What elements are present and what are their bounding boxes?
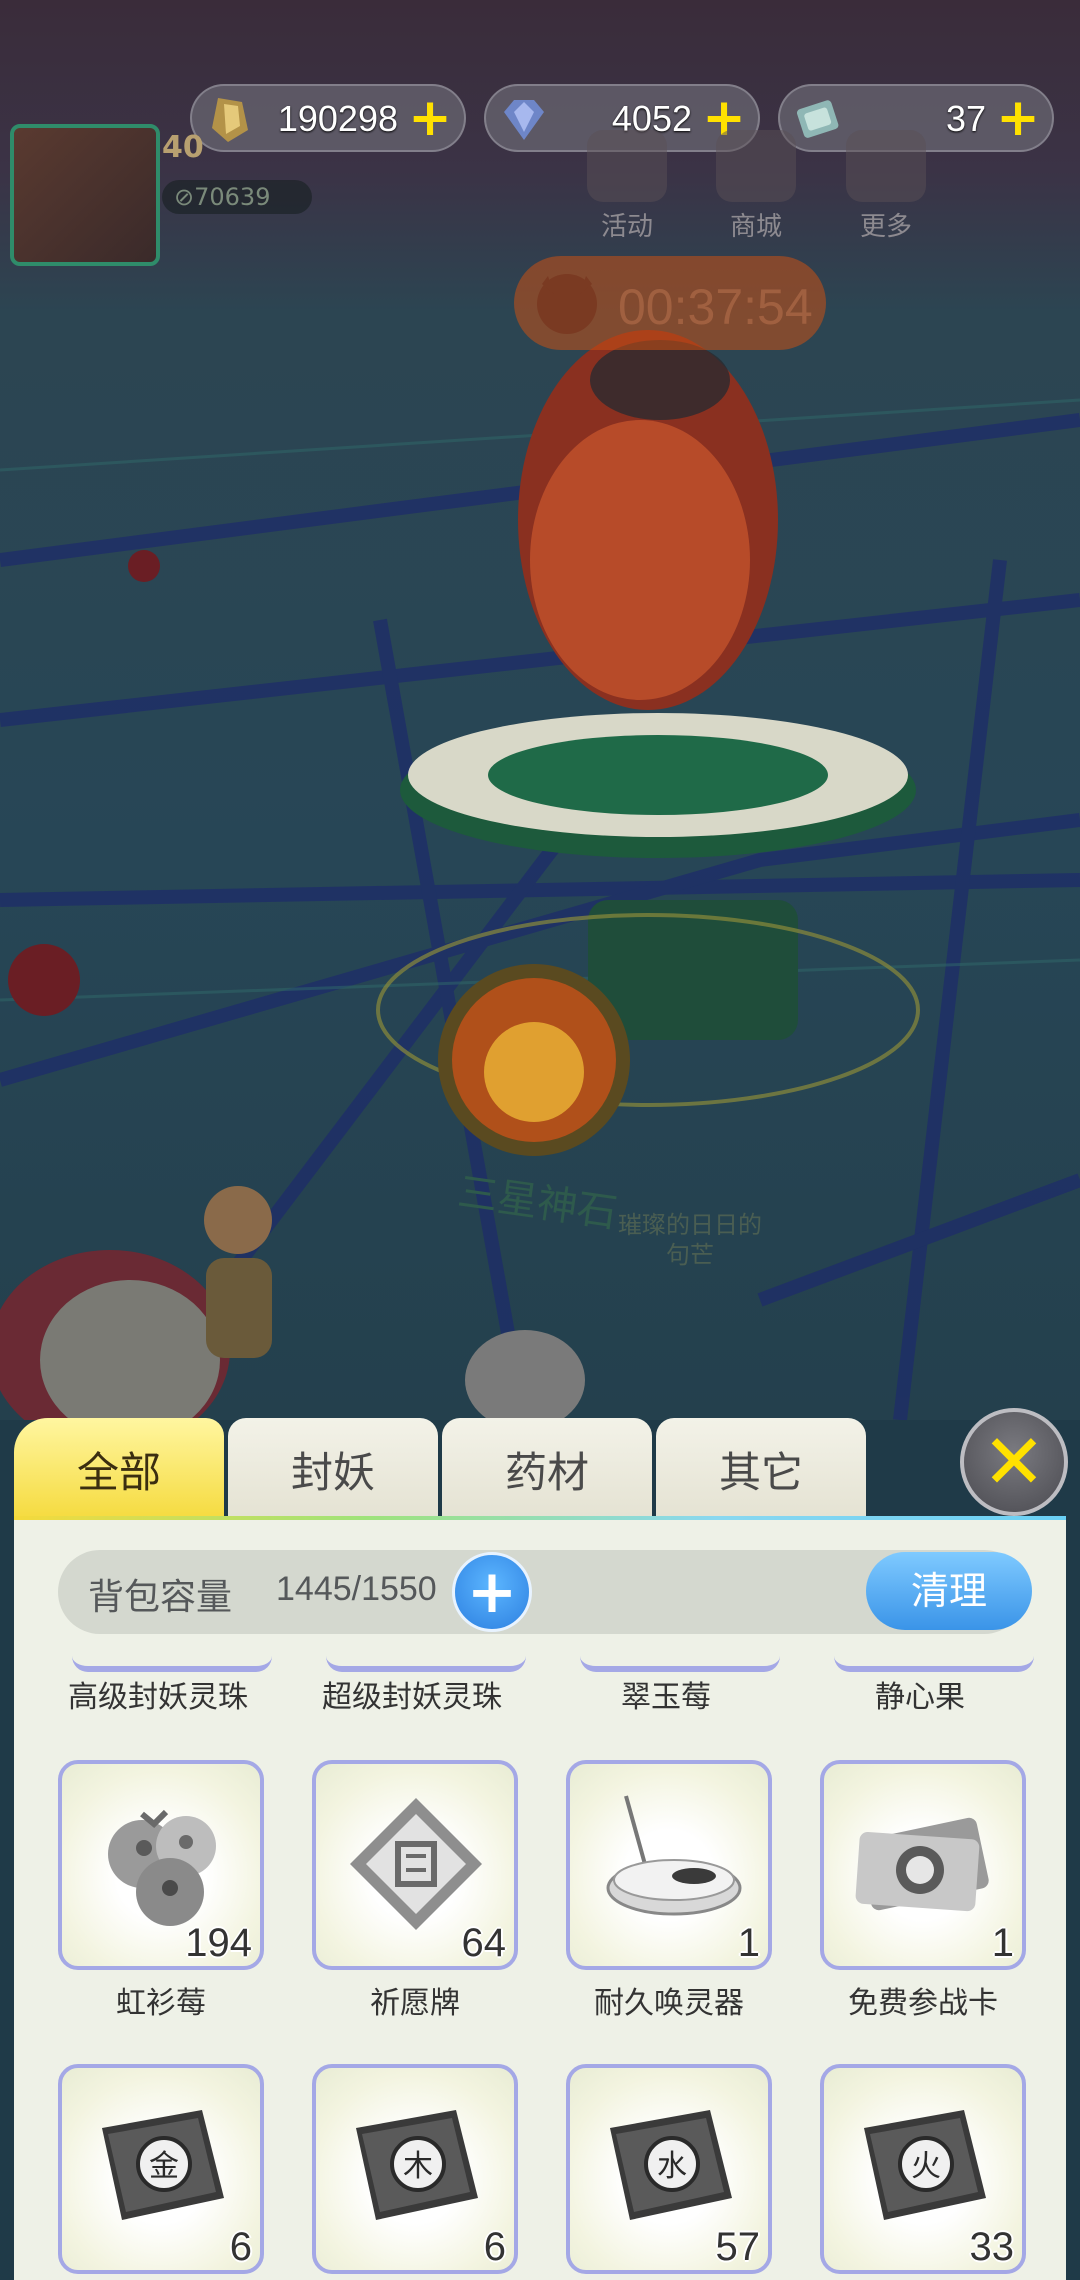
item-name: 超级封妖灵珠 (322, 1680, 502, 1715)
partial-slot[interactable] (326, 1656, 526, 1672)
bag-item[interactable]: 194 虹衫莓 (56, 1760, 266, 2022)
battle-ticket-icon (855, 1817, 989, 1912)
item-slot[interactable]: 木 6 (312, 2064, 518, 2274)
clean-button[interactable]: 清理 (866, 1552, 1032, 1630)
item-slot[interactable]: 火 33 (820, 2064, 1026, 2274)
svg-text:水: 水 (657, 2149, 687, 2184)
svg-text:火: 火 (911, 2149, 941, 2184)
svg-text:木: 木 (403, 2149, 433, 2184)
tab-all[interactable]: 全部 (14, 1418, 224, 1522)
map-scene[interactable]: 190298 + 4052 + 37 + 40 ⊘70639 活动 商城 更多 (0, 0, 1080, 1420)
item-slot[interactable]: 水 57 (566, 2064, 772, 2274)
fire-book-icon: 火 (864, 2110, 986, 2220)
ticket-value: 37 (945, 98, 986, 139)
item-slot[interactable]: 194 (58, 1760, 264, 1970)
gold-value: 190298 (277, 98, 398, 139)
wish-plaque-icon (350, 1798, 482, 1930)
item-name: 虹衫莓 (116, 1986, 206, 2021)
menu-events[interactable]: 活动 (577, 130, 677, 243)
shop-icon (716, 130, 796, 202)
menu-shop-label: 商城 (729, 212, 782, 242)
gold-resource-pill[interactable]: 190298 + (190, 84, 466, 152)
item-slot[interactable]: 1 (566, 1760, 772, 1970)
summoner-device-icon (606, 1795, 742, 1916)
item-slot[interactable]: 64 (312, 1760, 518, 1970)
item-count: 64 (461, 1921, 507, 1965)
item-count: 33 (969, 2225, 1015, 2269)
gold-add-button[interactable]: + (408, 92, 452, 144)
partial-slot[interactable] (580, 1656, 780, 1672)
item-slot[interactable]: 金 6 (58, 2064, 264, 2274)
partial-slot[interactable] (834, 1656, 1034, 1672)
water-book-icon: 水 (610, 2110, 732, 2220)
item-count: 1 (991, 1921, 1014, 1965)
player-level: 40 (162, 130, 204, 165)
bag-item[interactable]: 64 祈愿牌 (310, 1760, 520, 2022)
menu-more[interactable]: 更多 (836, 130, 936, 243)
bag-item[interactable]: 木 6 (310, 2064, 520, 2274)
tab-herbs[interactable]: 药材 (442, 1418, 652, 1522)
wood-book-icon: 木 (356, 2110, 478, 2220)
item-name: 翠玉莓 (621, 1680, 711, 1715)
poi-subtitle-line2: 句芒 (666, 1241, 714, 1269)
poi-subtitle-line1: 璀璨的日日的 (618, 1211, 762, 1239)
item-count: 1 (737, 1921, 760, 1965)
menu-more-label: 更多 (859, 212, 912, 242)
gold-crystal-icon (212, 98, 248, 142)
svg-text:金: 金 (149, 2149, 179, 2184)
item-name: 祈愿牌 (370, 1986, 460, 2021)
grid-icon (846, 130, 926, 202)
event-timer[interactable]: 00:37:54 (514, 256, 826, 350)
diamond-icon (504, 100, 544, 140)
capacity-bar: 背包容量 1445/1550 + 清理 (58, 1550, 1032, 1634)
menu-events-label: 活动 (600, 212, 653, 242)
partial-slot[interactable] (72, 1656, 272, 1672)
demon-head-icon (537, 274, 597, 334)
item-count: 6 (483, 2225, 506, 2269)
bag-item[interactable]: 1 免费参战卡 (818, 1760, 1028, 2022)
item-count: 194 (185, 1921, 252, 1965)
item-name: 静心果 (875, 1680, 965, 1715)
bag-item[interactable]: 火 33 (818, 2064, 1028, 2274)
bag-item[interactable]: 水 57 (564, 2064, 774, 2274)
berry-icon (108, 1809, 216, 1926)
metal-book-icon: 金 (102, 2110, 224, 2220)
player-power: ⊘70639 (162, 180, 312, 214)
bag-item[interactable]: 1 耐久唤灵器 (564, 1760, 774, 2022)
tab-seal-demon[interactable]: 封妖 (228, 1418, 438, 1522)
ticket-add-button[interactable]: + (996, 92, 1040, 144)
bag-item[interactable]: 金 6 (56, 2064, 266, 2274)
close-button[interactable]: ✕ (960, 1408, 1068, 1516)
item-slot[interactable]: 1 (820, 1760, 1026, 1970)
poi-subtitle: 璀璨的日日的 句芒 (618, 1210, 762, 1270)
item-name: 高级封妖灵珠 (68, 1680, 248, 1715)
player-avatar[interactable] (10, 124, 160, 266)
event-timer-text: 00:37:54 (618, 279, 813, 335)
item-count: 57 (715, 2225, 761, 2269)
bag-panel[interactable]: 背包容量 1445/1550 + 清理 高级封妖灵珠 超级封妖灵珠 翠玉莓 静心… (14, 1520, 1066, 2280)
menu-shop[interactable]: 商城 (706, 130, 806, 243)
capacity-label: 背包容量 (88, 1577, 233, 1618)
capacity-value: 1445/1550 (276, 1570, 437, 1608)
item-name: 免费参战卡 (848, 1986, 998, 2021)
expand-capacity-button[interactable]: + (452, 1552, 532, 1632)
gift-icon (587, 130, 667, 202)
item-name: 耐久唤灵器 (594, 1986, 744, 2021)
item-count: 6 (229, 2225, 252, 2269)
tab-others[interactable]: 其它 (656, 1418, 866, 1522)
